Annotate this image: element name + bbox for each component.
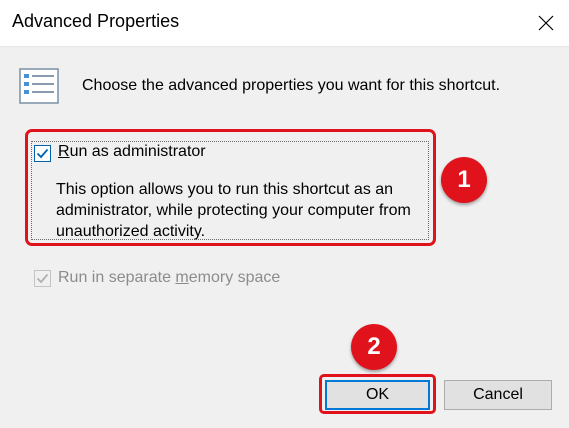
highlight-box-1	[25, 129, 436, 246]
separate-memory-checkbox[interactable]	[34, 270, 51, 287]
window-title: Advanced Properties	[12, 11, 180, 31]
separate-memory-label[interactable]: Run in separate memory space	[58, 269, 280, 287]
advanced-properties-dialog: Advanced Properties Choose the advanced …	[0, 0, 569, 428]
label-text-prefix: Run in separate	[58, 269, 176, 286]
cancel-button[interactable]: Cancel	[444, 380, 552, 410]
title-bar: Advanced Properties	[0, 0, 569, 46]
highlight-box-2	[319, 374, 436, 414]
close-button[interactable]	[523, 0, 569, 46]
step-badge-1: 1	[441, 157, 487, 203]
label-text-rest: emory space	[188, 269, 281, 286]
checkmark-icon	[36, 273, 49, 284]
header-instruction: Choose the advanced properties you want …	[82, 77, 501, 94]
step-badge-2: 2	[351, 324, 397, 370]
title-separator	[0, 46, 569, 47]
accelerator-key: m	[175, 269, 189, 286]
close-icon	[538, 15, 554, 31]
properties-list-icon	[19, 68, 59, 104]
